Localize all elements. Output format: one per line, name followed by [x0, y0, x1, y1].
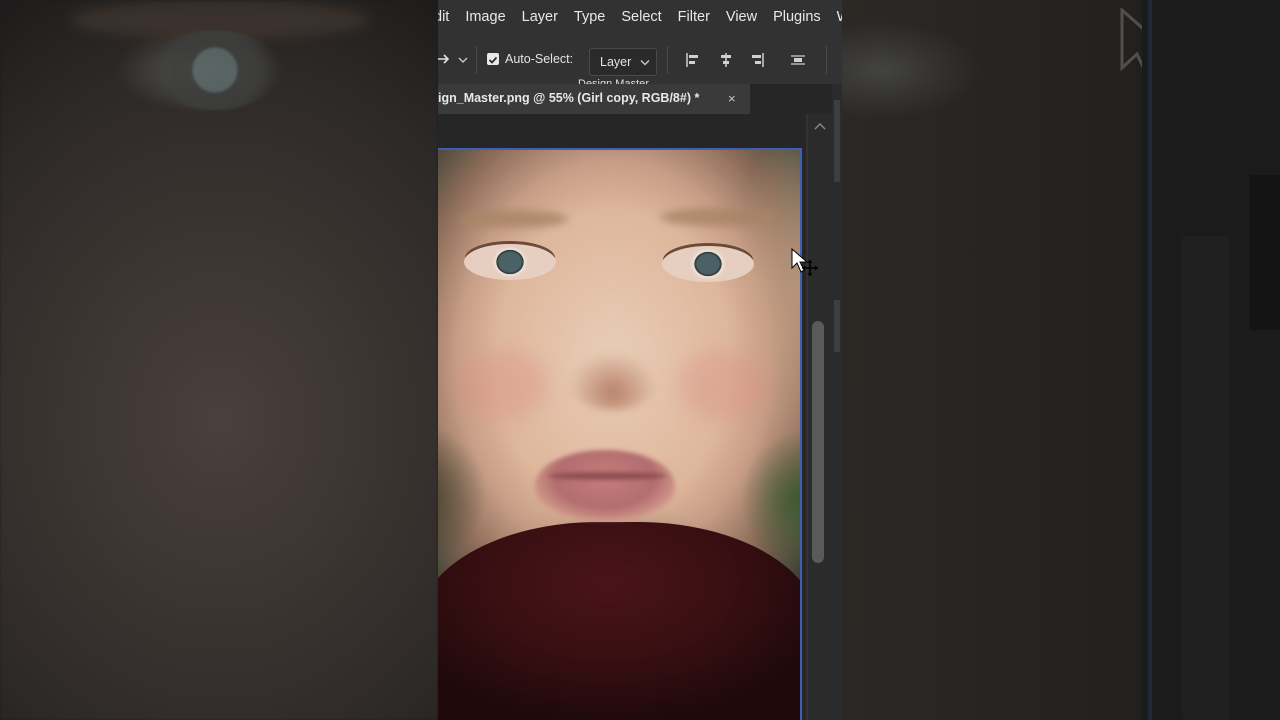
right-eye [662, 246, 754, 282]
scrollbar-thumb[interactable] [812, 321, 824, 563]
dropdown-value: Layer [600, 55, 632, 69]
menu-layer[interactable]: Layer [514, 0, 566, 34]
left-eye [464, 244, 556, 280]
move-cursor-icon [791, 248, 818, 276]
sweater [438, 522, 800, 720]
blurred-panel-block [1182, 236, 1230, 720]
document-tab[interactable]: ign_Master.png @ 55% (Girl copy, RGB/8#)… [438, 84, 750, 114]
close-icon[interactable]: × [728, 91, 736, 106]
menu-window[interactable]: W [829, 0, 842, 34]
auto-select-target-dropdown[interactable]: Layer [589, 48, 657, 76]
divider [826, 46, 827, 74]
move-arrow-icon[interactable] [438, 52, 450, 66]
auto-select-checkbox[interactable] [487, 53, 499, 65]
align-left-edges-icon[interactable] [685, 52, 701, 68]
chevron-down-icon [640, 60, 650, 66]
menu-select[interactable]: Select [613, 0, 669, 34]
lips [535, 450, 675, 520]
divider [667, 46, 668, 74]
document-tab-bar: ign_Master.png @ 55% (Girl copy, RGB/8#)… [438, 84, 842, 114]
document-tab-title: ign_Master.png @ 55% (Girl copy, RGB/8#)… [438, 91, 700, 105]
menu-edit[interactable]: dit [438, 0, 457, 34]
nose [568, 350, 658, 410]
menu-plugins[interactable]: Plugins [765, 0, 829, 34]
align-right-edges-icon[interactable] [749, 52, 765, 68]
checkmark-icon [488, 56, 498, 64]
menu-type[interactable]: Type [566, 0, 613, 34]
blurred-background-right [842, 0, 1280, 720]
blurred-eye [150, 30, 280, 110]
options-bar: Auto-Select: Layer [438, 40, 842, 80]
photoshop-window: dit Image Layer Type Select Filter View … [438, 0, 842, 720]
menu-image[interactable]: Image [457, 0, 513, 34]
menu-filter[interactable]: Filter [670, 0, 718, 34]
document-canvas-image[interactable] [438, 148, 802, 720]
blurred-panel-dark [1250, 175, 1280, 330]
distribute-top-icon[interactable] [790, 52, 806, 68]
blurred-background-left [0, 0, 438, 720]
canvas-area[interactable] [438, 114, 806, 720]
auto-select-label: Auto-Select: [505, 52, 574, 66]
vertical-scrollbar[interactable] [808, 114, 832, 720]
menu-bar: dit Image Layer Type Select Filter View … [438, 0, 842, 34]
divider [476, 46, 477, 74]
chevron-up-icon[interactable] [814, 122, 826, 130]
menu-view[interactable]: View [718, 0, 765, 34]
blurred-panel-edge [1148, 0, 1152, 720]
chevron-down-icon[interactable] [458, 56, 468, 64]
align-horizontal-centers-icon[interactable] [718, 52, 734, 68]
